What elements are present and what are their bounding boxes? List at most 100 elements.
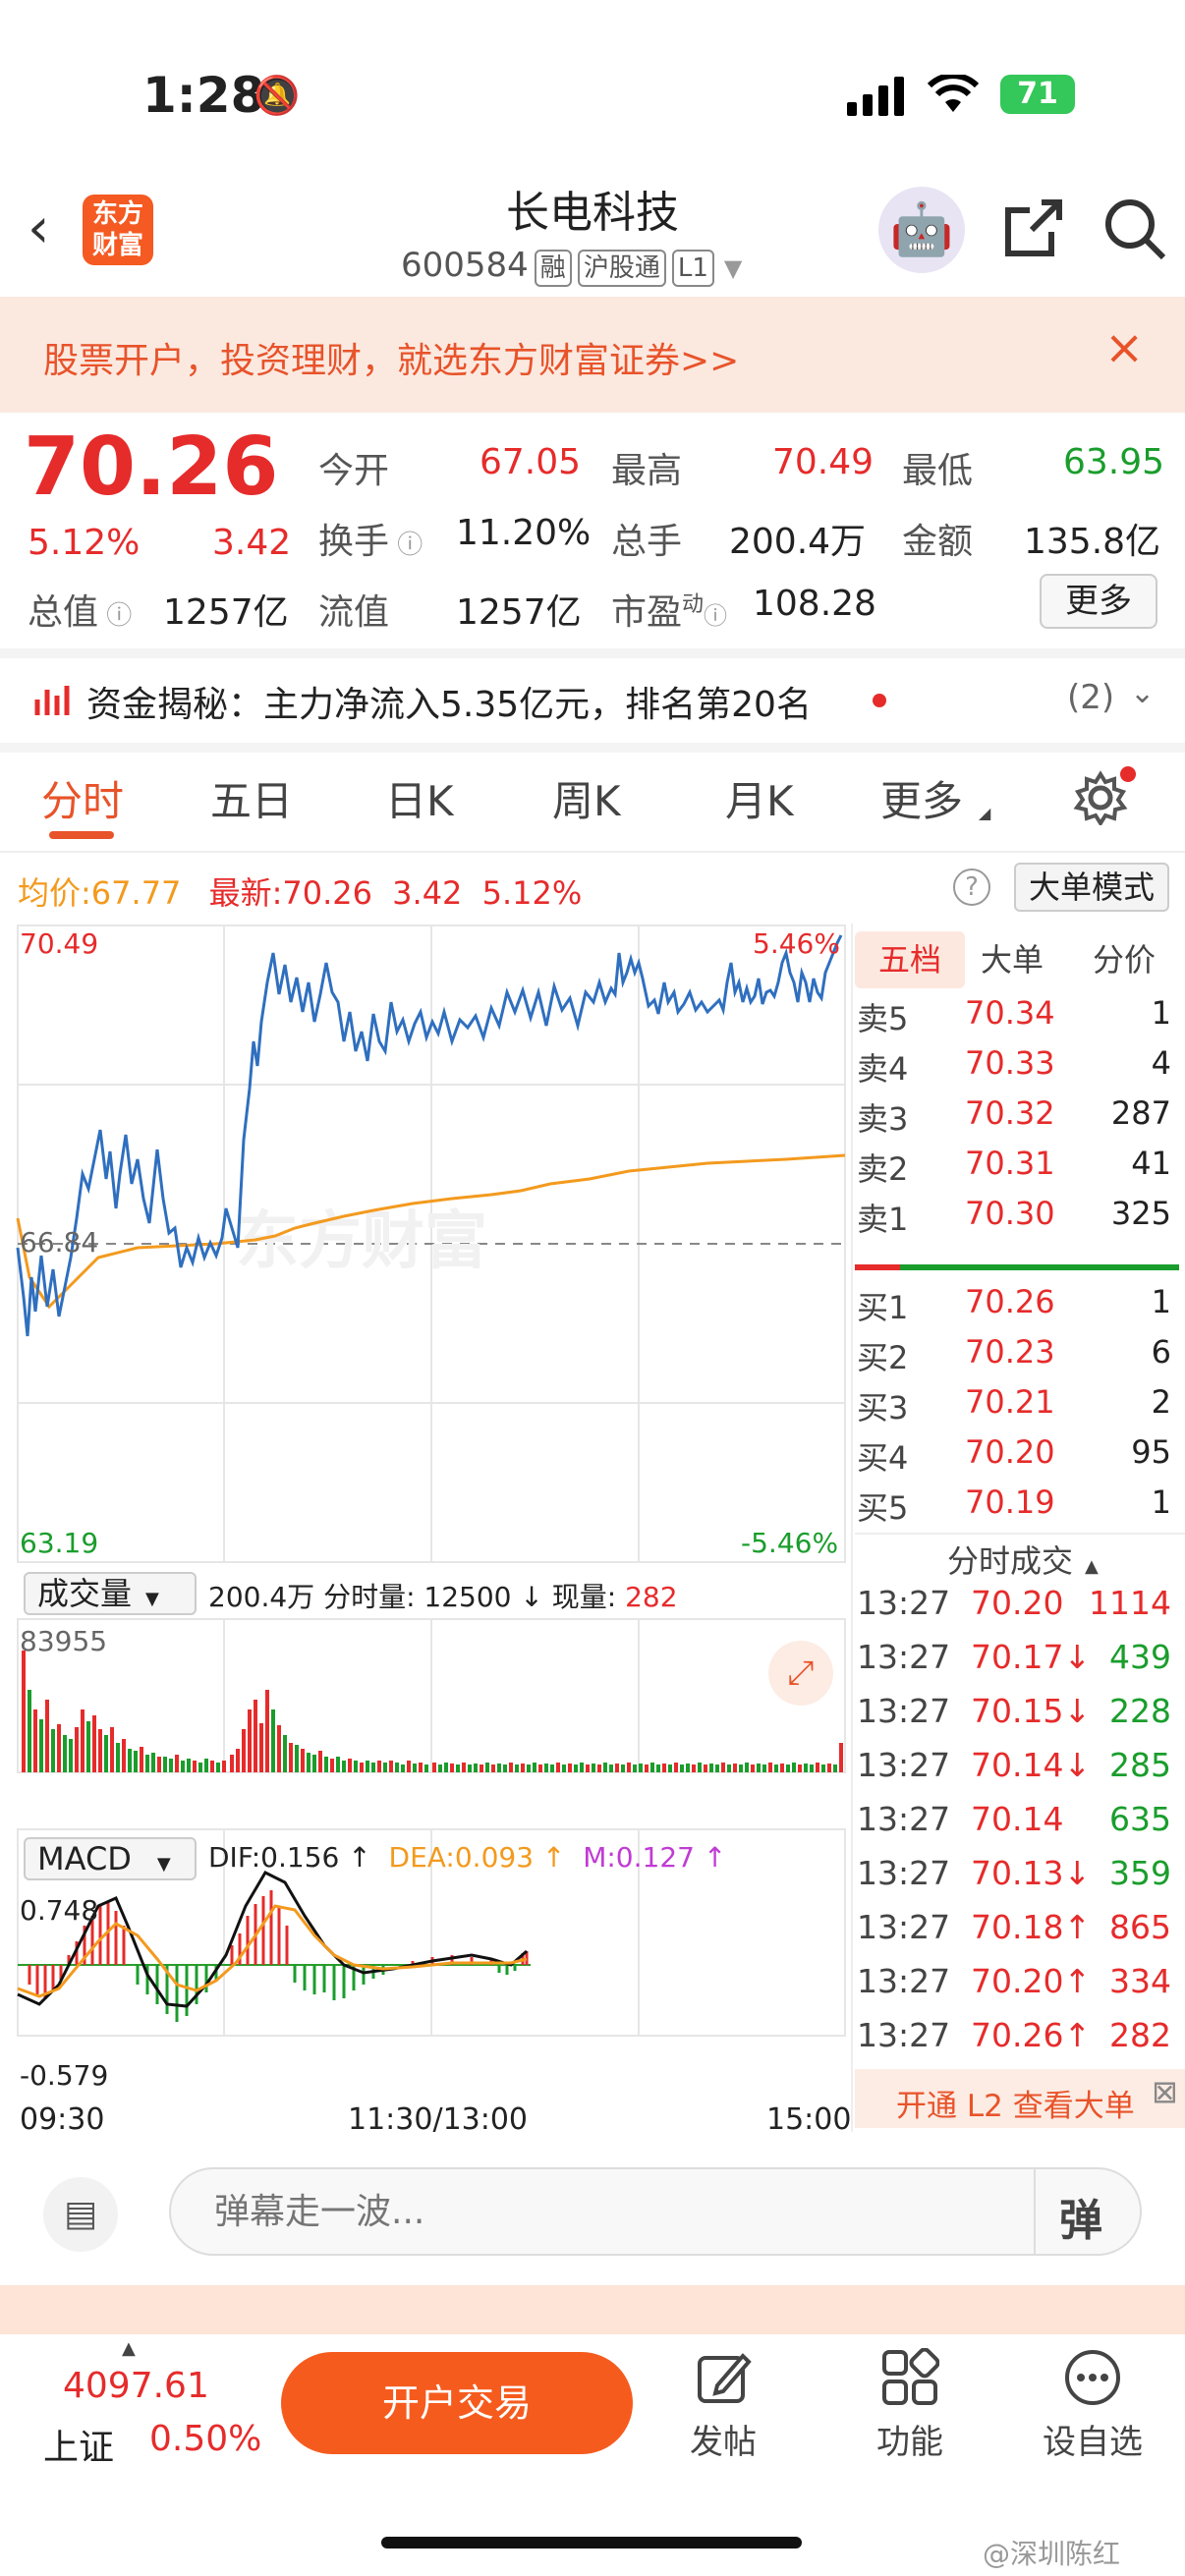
tab-five-levels[interactable]: 五档 <box>855 931 965 988</box>
red-dot <box>1120 766 1136 782</box>
macd-top-label: 0.748 <box>20 1894 99 1927</box>
index-pct[interactable]: 0.50% <box>149 2419 261 2459</box>
ask-price: 70.33 <box>965 1044 1055 1082</box>
trade-row: 13:27 70.14 635 <box>855 1800 1179 1854</box>
battery-icon: 71 <box>1000 75 1075 114</box>
trade-volume: 282 <box>1109 2016 1171 2054</box>
low-value: 63.95 <box>1063 442 1165 482</box>
tag-hk-connect: 沪股通 <box>577 250 666 287</box>
bid-price: 70.26 <box>965 1283 1055 1320</box>
trade-time: 13:27 <box>857 1854 951 1892</box>
promo-text: 股票开户，投资理财，就选东方财富证券>> <box>43 341 740 381</box>
trade-row: 13:27 70.18↑ 865 <box>855 1908 1179 1962</box>
trade-price: 70.20↑ <box>971 1962 1092 2000</box>
index-name[interactable]: 上证 <box>43 2419 114 2470</box>
trade-price: 70.13↓ <box>971 1854 1092 1892</box>
l2-promo[interactable]: 开通 L2 查看大单 ⊠ <box>855 2069 1185 2128</box>
trade-row: 13:27 70.17↓ 439 <box>855 1638 1179 1692</box>
macd-indicator-select[interactable]: MACD ▼ <box>24 1837 197 1880</box>
bid-row: 买3 70.21 2 <box>855 1383 1179 1434</box>
share-icon[interactable] <box>1002 196 1065 259</box>
tab-price-dist[interactable]: 分价 <box>1093 931 1156 988</box>
volume-info: 200.4万 分时量: 12500 ↓ 现量: 282 <box>208 1576 678 1615</box>
tab-monthly-k[interactable]: 月K <box>725 768 794 828</box>
bid-volume: 6 <box>1151 1333 1171 1371</box>
ask-volume: 4 <box>1151 1044 1171 1082</box>
tab-more[interactable]: 更多 <box>880 768 963 828</box>
nav-post[interactable]: 发帖 <box>664 2415 782 2463</box>
turnover-value: 11.20% <box>456 513 592 553</box>
divider <box>1034 2167 1036 2256</box>
pe-label[interactable]: 市盈动ⓘ <box>611 584 727 635</box>
chart-bars-icon <box>34 686 70 715</box>
bid-volume: 1 <box>1151 1283 1171 1320</box>
trade-time: 13:27 <box>857 1638 951 1676</box>
nav-add-watchlist[interactable]: 设自选 <box>1034 2415 1152 2463</box>
trade-volume: 285 <box>1109 1746 1171 1784</box>
fund-flow-text: 资金揭秘：主力净流入5.35亿元，排名第20名 <box>86 685 812 725</box>
signal-icon <box>847 77 904 116</box>
bid-volume: 2 <box>1151 1383 1171 1421</box>
trade-time: 13:27 <box>857 1746 951 1784</box>
settings-icon[interactable] <box>1073 770 1128 825</box>
robot-avatar-icon[interactable]: 🤖 <box>878 187 965 273</box>
stock-code: 600584 <box>401 246 529 285</box>
danmu-list-icon[interactable]: ▤ <box>43 2177 118 2252</box>
ask-price: 70.31 <box>965 1145 1055 1182</box>
macd-dif: DIF:0.156 ↑ <box>208 1841 371 1874</box>
danmu-toggle-icon[interactable]: 弹 <box>1059 2185 1102 2248</box>
tab-daily-k[interactable]: 日K <box>385 768 454 828</box>
intraday-chart[interactable]: 东方财富 <box>0 924 851 2142</box>
close-icon[interactable]: ⊠ <box>1152 2073 1178 2110</box>
nav-functions[interactable]: 功能 <box>851 2415 969 2463</box>
tab-big-orders[interactable]: 大单 <box>981 931 1044 988</box>
grid-functions-icon[interactable] <box>880 2348 939 2407</box>
index-value[interactable]: 4097.61 <box>63 2366 209 2406</box>
tag-level: L1 <box>671 250 714 287</box>
trade-volume: 334 <box>1109 1962 1171 2000</box>
volume-value: 200.4万 <box>729 522 867 562</box>
level-label: 买3 <box>857 1389 909 1427</box>
level-label: 卖5 <box>857 1000 909 1037</box>
change-amt: 3.42 <box>212 523 292 563</box>
trade-row: 13:27 70.20↑ 334 <box>855 1962 1179 2016</box>
change-pct: 5.12% <box>28 523 141 563</box>
ask-row: 卖2 70.31 41 <box>855 1145 1179 1196</box>
tab-5day[interactable]: 五日 <box>210 768 293 828</box>
level-label: 卖1 <box>857 1201 909 1238</box>
volume-label: 总手 <box>611 522 683 562</box>
trade-time: 13:27 <box>857 1692 951 1730</box>
trades-header[interactable]: 分时成交 ▲ <box>947 1537 1099 1582</box>
search-icon[interactable] <box>1102 196 1167 261</box>
tab-intraday[interactable]: 分时 <box>41 768 124 828</box>
tab-weekly-k[interactable]: 周K <box>552 768 621 828</box>
ask-price: 70.30 <box>965 1195 1055 1232</box>
bid-volume: 95 <box>1131 1433 1171 1471</box>
home-indicator <box>381 2537 802 2548</box>
avg-value: 67.77 <box>90 874 182 912</box>
book-split-bar <box>855 1264 1179 1270</box>
volume-indicator-select[interactable]: 成交量 ▼ <box>24 1572 197 1615</box>
more-tab-caret-icon: ◢ <box>979 804 991 822</box>
big-order-mode-button[interactable]: 大单模式 <box>1014 863 1169 912</box>
help-icon[interactable]: ? <box>953 868 990 906</box>
pct-high-label: 5.46% <box>753 927 840 960</box>
mcap-label[interactable]: 总值 ⓘ <box>28 584 132 635</box>
stock-code-row[interactable]: 600584 融沪股通 L1 ▼ <box>401 246 742 287</box>
edit-post-icon[interactable] <box>694 2348 753 2407</box>
ask-row: 卖1 70.30 325 <box>855 1195 1179 1246</box>
close-icon[interactable]: × <box>1104 320 1144 375</box>
more-dots-icon[interactable] <box>1063 2348 1122 2407</box>
last-label: 最新: <box>208 874 283 912</box>
red-dot <box>873 694 886 707</box>
divider <box>855 1533 1185 1535</box>
more-button[interactable]: 更多 <box>1040 574 1157 629</box>
fund-flow-row[interactable]: 资金揭秘：主力净流入5.35亿元，排名第20名 (2) ⌄ <box>0 658 1185 743</box>
promo-banner[interactable]: 股票开户，投资理财，就选东方财富证券>> × <box>0 297 1185 413</box>
divider <box>0 851 1185 853</box>
expand-icon[interactable]: ⤢ <box>768 1641 833 1706</box>
open-account-trade-button[interactable]: 开户交易 <box>281 2352 633 2454</box>
danmu-input[interactable] <box>169 2167 1142 2256</box>
macd-bottom-label: -0.579 <box>20 2059 109 2092</box>
turnover-label[interactable]: 换手 ⓘ <box>318 513 423 564</box>
